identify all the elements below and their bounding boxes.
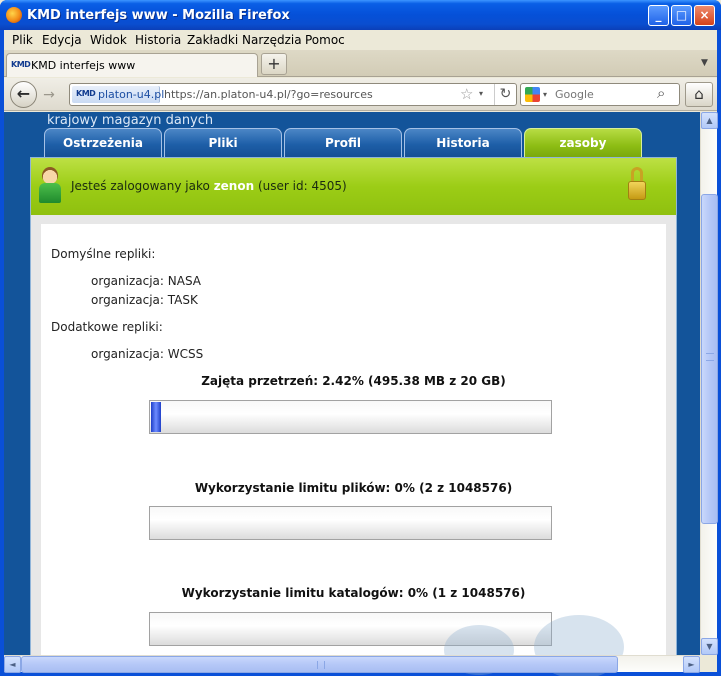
- menu-widok[interactable]: Widok: [90, 33, 127, 47]
- space-usage-label: Zajęta przetrzeń: 2.42% (495.38 MB z 20 …: [201, 374, 506, 388]
- user-id: (user id: 4505): [257, 179, 347, 193]
- navigation-toolbar: ← → KMD platon-u4.pl https://an.platon-u…: [4, 78, 717, 111]
- menu-historia[interactable]: Historia: [135, 33, 181, 47]
- menu-edycja[interactable]: Edycja: [42, 33, 82, 47]
- bookmark-star-icon[interactable]: ☆: [460, 85, 473, 103]
- menu-plik[interactable]: Plik: [12, 33, 33, 47]
- window-title: KMD interfejs www - Mozilla Firefox: [27, 8, 290, 23]
- tab-historia[interactable]: Historia: [404, 128, 522, 157]
- title-bar: KMD interfejs www - Mozilla Firefox _ □ …: [0, 0, 721, 30]
- extra-replicas-heading: Dodatkowe repliki:: [51, 320, 163, 334]
- space-usage-fill: [151, 402, 161, 432]
- menu-narzedzia[interactable]: Narzędzia: [242, 33, 302, 47]
- resources-content: Domyślne repliki: organizacja: NASA orga…: [41, 224, 666, 655]
- close-button[interactable]: ×: [694, 5, 715, 26]
- forward-button[interactable]: →: [38, 86, 60, 104]
- tab-profil[interactable]: Profil: [284, 128, 402, 157]
- google-icon[interactable]: [525, 87, 540, 102]
- scroll-right-button[interactable]: ►: [683, 656, 700, 673]
- replica-item: organizacja: WCSS: [91, 347, 204, 361]
- search-engine-dropdown-icon[interactable]: ▾: [543, 90, 547, 99]
- tab-zasoby[interactable]: zasoby: [524, 128, 642, 157]
- scroll-up-button[interactable]: ▲: [701, 112, 718, 129]
- login-prefix: Jesteś zalogowany jako: [71, 179, 210, 193]
- tab-label: KMD interfejs www: [31, 59, 136, 72]
- space-usage-bar: [149, 400, 552, 434]
- vertical-scroll-thumb[interactable]: [701, 194, 718, 524]
- tab-pliki[interactable]: Pliki: [164, 128, 282, 157]
- tab-list-icon[interactable]: ▼: [701, 58, 708, 68]
- main-panel: Jesteś zalogowany jako zenon (user id: 4…: [30, 157, 677, 655]
- back-button[interactable]: ←: [10, 81, 37, 108]
- minimize-button[interactable]: _: [648, 5, 669, 26]
- tab-strip: KMD KMD interfejs www + ▼: [4, 50, 717, 77]
- firefox-icon: [6, 7, 22, 23]
- scroll-down-button[interactable]: ▼: [701, 638, 718, 655]
- tab-ostrzezenia[interactable]: Ostrzeżenia: [44, 128, 162, 157]
- maximize-button[interactable]: □: [671, 5, 692, 26]
- login-bar: Jesteś zalogowany jako zenon (user id: 4…: [31, 158, 676, 215]
- horizontal-scrollbar[interactable]: ◄ ►: [4, 655, 700, 673]
- home-button[interactable]: ⌂: [685, 82, 713, 107]
- url-text[interactable]: https://an.platon-u4.pl/?go=resources: [164, 88, 373, 101]
- scroll-left-button[interactable]: ◄: [4, 656, 21, 673]
- replica-item: organizacja: TASK: [91, 293, 198, 307]
- kmd-favicon-icon: KMD: [11, 60, 31, 69]
- site-identity-label: platon-u4.pl: [98, 88, 165, 101]
- scrollbar-corner: [700, 655, 717, 672]
- replica-item: organizacja: NASA: [91, 274, 202, 288]
- vertical-scrollbar[interactable]: ▲ ▼: [700, 112, 718, 655]
- site-tagline: krajowy magazyn danych: [47, 113, 214, 128]
- files-limit-bar: [149, 506, 552, 540]
- search-bar[interactable]: ▾ ⌕: [520, 83, 680, 106]
- lock-icon[interactable]: [628, 167, 646, 202]
- site-favicon-icon: KMD: [76, 89, 96, 98]
- browser-tab[interactable]: KMD KMD interfejs www: [6, 53, 258, 77]
- search-input[interactable]: [555, 88, 655, 101]
- new-tab-button[interactable]: +: [261, 53, 287, 75]
- default-replicas-heading: Domyślne repliki:: [51, 247, 156, 261]
- browser-window: KMD interfejs www - Mozilla Firefox _ □ …: [0, 0, 721, 676]
- username: zenon: [213, 179, 255, 193]
- menu-pomoc[interactable]: Pomoc: [305, 33, 345, 47]
- reload-icon[interactable]: ↻: [494, 84, 516, 105]
- search-icon[interactable]: ⌕: [657, 84, 665, 102]
- user-avatar-icon: [39, 167, 61, 205]
- login-status: Jesteś zalogowany jako zenon (user id: 4…: [71, 179, 347, 193]
- files-limit-label: Wykorzystanie limitu plików: 0% (2 z 104…: [194, 481, 513, 495]
- dirs-limit-label: Wykorzystanie limitu katalogów: 0% (1 z …: [181, 586, 526, 600]
- menu-zakladki[interactable]: Zakładki: [187, 33, 238, 47]
- history-dropdown-icon[interactable]: ▾: [479, 89, 483, 98]
- menu-bar: Plik Edycja Widok Historia Zakładki Narz…: [4, 30, 717, 50]
- horizontal-scroll-thumb[interactable]: [21, 656, 618, 673]
- browser-client-area: Plik Edycja Widok Historia Zakładki Narz…: [4, 30, 718, 676]
- address-bar[interactable]: KMD platon-u4.pl https://an.platon-u4.pl…: [69, 83, 517, 106]
- site-identity-badge[interactable]: KMD platon-u4.pl: [72, 86, 164, 103]
- page-viewport: krajowy magazyn danych Ostrzeżenia Pliki…: [4, 112, 700, 655]
